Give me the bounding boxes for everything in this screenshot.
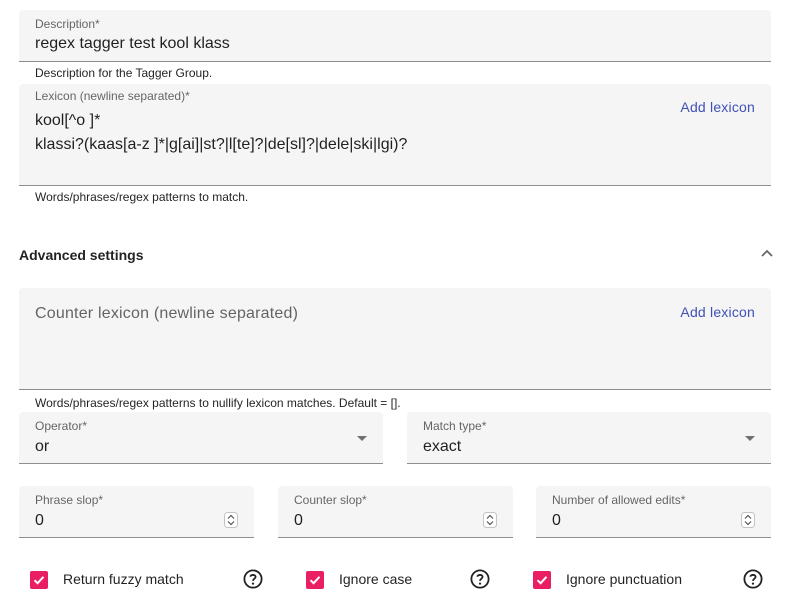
checkmark-icon [309,576,321,585]
allowed-edits-input[interactable]: 0 [552,512,561,530]
dropdown-arrow-icon [745,436,755,441]
phrase-slop-label: Phrase slop* [35,493,104,507]
lexicon-line: kool[^o ]* [35,112,101,129]
counter-slop-label: Counter slop* [294,493,367,507]
return-fuzzy-match-label[interactable]: Return fuzzy match [63,571,184,587]
chevron-up-icon[interactable] [759,247,775,259]
counter-lexicon-field[interactable]: Counter lexicon (newline separated) Add … [19,288,771,390]
help-icon[interactable] [470,569,490,589]
add-lexicon-button[interactable]: Add lexicon [680,99,755,115]
description-hint: Description for the Tagger Group. [35,66,213,80]
lexicon-hint: Words/phrases/regex patterns to match. [35,190,249,204]
counter-slop-field[interactable]: Counter slop* 0 [278,486,513,538]
dropdown-arrow-icon [357,436,367,441]
match-type-label: Match type* [423,419,487,433]
ignore-punctuation-label[interactable]: Ignore punctuation [566,571,682,587]
ignore-punctuation-checkbox[interactable] [533,571,551,589]
lexicon-label: Lexicon (newline separated)* [35,89,190,103]
phrase-slop-field[interactable]: Phrase slop* 0 [19,486,254,538]
ignore-case-checkbox[interactable] [306,571,324,589]
lexicon-field[interactable]: Lexicon (newline separated)* kool[^o ]* … [19,84,771,186]
allowed-edits-label: Number of allowed edits* [552,493,686,507]
match-type-value: exact [423,438,462,455]
spinner-icon[interactable] [741,512,755,528]
description-label: Description* [35,17,100,31]
lexicon-textarea[interactable]: kool[^o ]* klassi?(kaas[a-z ]*|g[ai]|st?… [35,109,407,157]
spinner-icon[interactable] [224,512,238,528]
counter-slop-input[interactable]: 0 [294,512,303,530]
allowed-edits-field[interactable]: Number of allowed edits* 0 [536,486,771,538]
operator-select[interactable]: Operator* or [19,412,383,464]
ignore-case-label[interactable]: Ignore case [339,571,412,587]
return-fuzzy-match-checkbox[interactable] [30,571,48,589]
description-field[interactable]: Description* regex tagger test kool klas… [19,10,771,62]
checkmark-icon [33,576,45,585]
description-input[interactable]: regex tagger test kool klass [35,35,230,53]
help-icon[interactable] [743,569,763,589]
match-type-select[interactable]: Match type* exact [407,412,771,464]
checkmark-icon [536,576,548,585]
phrase-slop-input[interactable]: 0 [35,512,44,530]
help-icon[interactable] [243,569,263,589]
counter-lexicon-placeholder: Counter lexicon (newline separated) [35,305,299,322]
operator-label: Operator* [35,419,88,433]
operator-value: or [35,438,50,455]
counter-lexicon-hint: Words/phrases/regex patterns to nullify … [35,396,401,410]
advanced-settings-title[interactable]: Advanced settings [19,247,143,263]
add-counter-lexicon-button[interactable]: Add lexicon [680,304,755,320]
spinner-icon[interactable] [483,512,497,528]
lexicon-line: klassi?(kaas[a-z ]*|g[ai]|st?|l[te]?|de[… [35,136,408,153]
